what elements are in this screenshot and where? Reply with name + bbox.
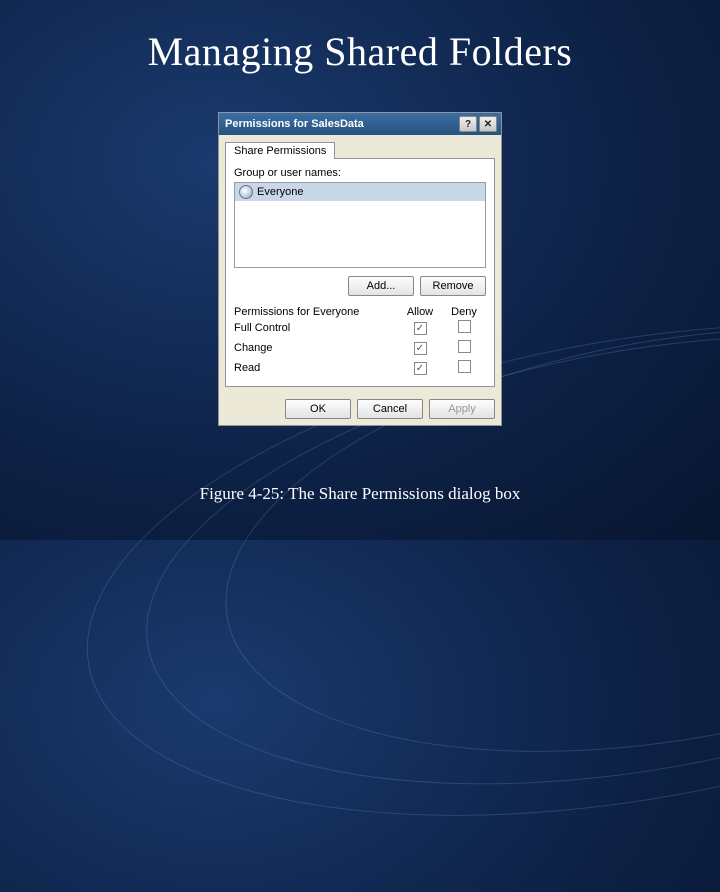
- principal-name: Everyone: [257, 186, 303, 198]
- allow-checkbox-full-control[interactable]: ✓: [414, 322, 427, 335]
- deny-checkbox-change[interactable]: [458, 340, 471, 353]
- dialog-title: Permissions for SalesData: [225, 118, 457, 130]
- deny-checkbox-full-control[interactable]: [458, 320, 471, 333]
- add-button[interactable]: Add...: [348, 276, 414, 296]
- ok-button[interactable]: OK: [285, 399, 351, 419]
- permissions-header: Permissions for Everyone Allow Deny: [234, 306, 486, 318]
- principals-listbox[interactable]: Everyone: [234, 182, 486, 268]
- perm-name: Change: [234, 342, 398, 354]
- perm-name: Read: [234, 362, 398, 374]
- remove-button[interactable]: Remove: [420, 276, 486, 296]
- deny-checkbox-read[interactable]: [458, 360, 471, 373]
- deny-column-header: Deny: [442, 306, 486, 318]
- figure-caption: Figure 4-25: The Share Permissions dialo…: [0, 484, 720, 504]
- list-item[interactable]: Everyone: [235, 183, 485, 201]
- apply-button[interactable]: Apply: [429, 399, 495, 419]
- group-names-label: Group or user names:: [234, 167, 486, 179]
- close-button[interactable]: ✕: [479, 116, 497, 132]
- perm-name: Full Control: [234, 322, 398, 334]
- allow-checkbox-change[interactable]: ✓: [414, 342, 427, 355]
- allow-checkbox-read[interactable]: ✓: [414, 362, 427, 375]
- allow-column-header: Allow: [398, 306, 442, 318]
- dialog-button-row: OK Cancel Apply: [219, 393, 501, 425]
- perm-row-read: Read ✓: [234, 358, 486, 378]
- tab-strip: Share Permissions: [219, 135, 501, 158]
- group-icon: [239, 185, 253, 199]
- tab-share-permissions[interactable]: Share Permissions: [225, 142, 335, 159]
- titlebar: Permissions for SalesData ? ✕: [219, 113, 501, 135]
- tab-panel: Group or user names: Everyone Add... Rem…: [225, 158, 495, 387]
- cancel-button[interactable]: Cancel: [357, 399, 423, 419]
- help-button[interactable]: ?: [459, 116, 477, 132]
- permissions-dialog: Permissions for SalesData ? ✕ Share Perm…: [218, 112, 502, 426]
- perm-row-full-control: Full Control ✓: [234, 318, 486, 338]
- slide-title: Managing Shared Folders: [0, 0, 720, 75]
- perm-row-change: Change ✓: [234, 338, 486, 358]
- permissions-for-label: Permissions for Everyone: [234, 306, 398, 318]
